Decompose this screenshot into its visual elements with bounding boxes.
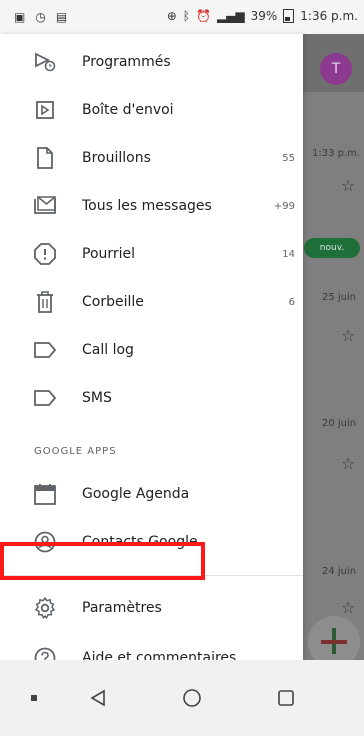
menu-count: 6 [288, 296, 295, 308]
gallery-icon: ▣ [14, 10, 26, 24]
menu-label: Pourriel [82, 246, 136, 262]
draft-icon [34, 147, 56, 169]
menu-item-settings[interactable]: Paramètres [0, 584, 303, 632]
trash-icon [34, 291, 56, 313]
star-icon[interactable]: ☆ [341, 598, 355, 617]
new-badge: nouv. [304, 238, 360, 258]
battery-percent: 39% [250, 9, 278, 23]
gear-icon [34, 597, 56, 619]
email-date: 20 juin [322, 418, 357, 429]
menu-item-all-mail[interactable]: Tous les messages +99 [0, 182, 303, 230]
menu-item-sms[interactable]: SMS [0, 374, 303, 422]
back-icon[interactable] [78, 678, 118, 718]
menu-label: Call log [82, 342, 134, 358]
menu-label: SMS [82, 390, 112, 406]
menu-label: Programmés [82, 54, 171, 70]
star-icon[interactable]: ☆ [341, 176, 355, 195]
menu-label: Boîte d'envoi [82, 102, 174, 118]
highlight-box [0, 542, 205, 580]
email-date: 25 juin [322, 292, 357, 303]
spam-icon [34, 243, 56, 265]
menu-count: 14 [282, 248, 295, 260]
avatar[interactable]: T [320, 53, 352, 85]
clock: 1:36 p.m. [300, 9, 358, 23]
menu-item-google-calendar[interactable]: Google Agenda [0, 470, 303, 518]
navigation-bar [0, 660, 364, 736]
email-date: 24 juin [322, 566, 357, 577]
menu-item-spam[interactable]: Pourriel 14 [0, 230, 303, 278]
notification-icons: ▣ ◷ ▤ [14, 10, 67, 24]
recents-dot-icon[interactable] [14, 678, 54, 718]
compose-plus-icon [321, 640, 347, 644]
outbox-icon [34, 99, 56, 121]
menu-item-drafts[interactable]: Brouillons 55 [0, 134, 303, 182]
all-mail-icon [34, 195, 56, 217]
menu-item-trash[interactable]: Corbeille 6 [0, 278, 303, 326]
label-icon [34, 387, 56, 409]
signal-icon: ▂▄▆ [216, 9, 245, 23]
menu-count: +99 [273, 200, 295, 212]
home-icon[interactable] [172, 678, 212, 718]
menu-count: 55 [282, 152, 295, 164]
battery-icon [283, 9, 295, 23]
menu-label: Corbeille [82, 294, 144, 310]
download-icon: ▤ [55, 10, 68, 24]
status-info: ⊕ ᛒ ⏰ ▂▄▆ 39% 1:36 p.m. [167, 9, 358, 23]
scheduled-send-icon [34, 51, 56, 73]
menu-label: Google Agenda [82, 486, 190, 502]
menu-item-scheduled[interactable]: Programmés [0, 38, 303, 86]
overview-icon[interactable] [266, 678, 306, 718]
star-icon[interactable]: ☆ [341, 454, 355, 473]
calendar-icon [34, 483, 56, 505]
alarm-clock-icon: ⏰ [195, 9, 211, 23]
menu-item-outbox[interactable]: Boîte d'envoi [0, 86, 303, 134]
menu-item-call-log[interactable]: Call log [0, 326, 303, 374]
label-icon [34, 339, 56, 361]
section-header: GOOGLE APPS [34, 446, 117, 457]
menu-label: Tous les messages [82, 198, 212, 214]
menu-label: Brouillons [82, 150, 151, 166]
data-saver-icon: ⊕ [166, 9, 177, 23]
email-time: 1:33 p.m. [312, 148, 361, 159]
star-icon[interactable]: ☆ [341, 326, 355, 345]
menu-label: Paramètres [82, 600, 162, 616]
bluetooth-icon: ᛒ [182, 9, 190, 23]
alarm-icon: ◷ [35, 10, 46, 24]
status-bar: ▣ ◷ ▤ ⊕ ᛒ ⏰ ▂▄▆ 39% 1:36 p.m. [0, 0, 364, 34]
